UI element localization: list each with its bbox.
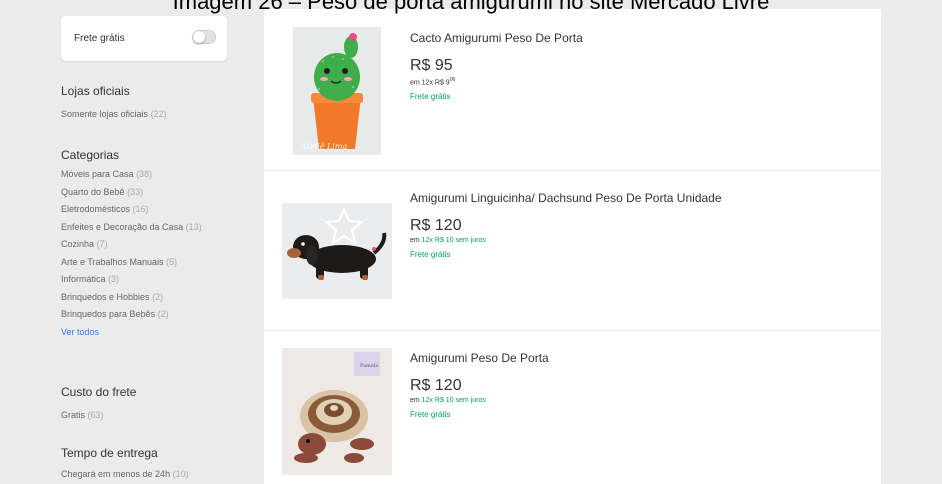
product-title[interactable]: Cacto Amigurumi Peso De Porta (410, 31, 583, 45)
filter-categories: Categorias Móveis para Casa (38) Quarto … (61, 148, 202, 341)
filter-item-24h[interactable]: Chegará em menos de 24h (10) (61, 466, 189, 484)
result-card[interactable]: Amigurumi Linguicinha/ Dachsund Peso De … (264, 171, 881, 330)
filter-item-count: (3) (108, 274, 120, 284)
filter-item-brinquedos-bebes[interactable]: Brinquedos para Bebês (2) (61, 306, 202, 324)
filter-shipping-cost: Custo do frete Gratis (63) (61, 385, 136, 425)
filter-item-informatica[interactable]: Informática (3) (61, 271, 202, 289)
filter-item-count: (22) (150, 109, 167, 119)
filter-title: Tempo de entrega (61, 446, 158, 460)
filter-item-count: (5) (166, 256, 178, 267)
product-image[interactable] (282, 203, 392, 299)
filter-item-label: Eletrodomésticos (61, 204, 131, 214)
product-info: Cacto Amigurumi Peso De Porta R$ 95 em 1… (410, 31, 583, 101)
filter-item-count: (10) (172, 469, 189, 479)
installment-prefix: em 12x R$ 9 (410, 79, 450, 87)
filter-title: Categorias (61, 148, 120, 162)
filter-item-label: Enfeites e Decoração da Casa (61, 221, 184, 232)
filter-title: Custo do frete (61, 385, 137, 399)
product-title[interactable]: Amigurumi Peso De Porta (410, 351, 549, 365)
filter-item-count: (2) (157, 309, 169, 319)
installment-text: em 12x R$ 10 sem juros (410, 237, 722, 244)
free-shipping-badge: Frete grátis (410, 410, 451, 419)
product-image[interactable]: Ateliê Lima (293, 27, 381, 155)
filter-item-count: (7) (96, 239, 108, 249)
product-price: R$ 120 (410, 217, 462, 234)
filter-item-quarto-bebe[interactable]: Quarto do Bebê (33) (61, 184, 202, 202)
filter-item-cozinha[interactable]: Cozinha (7) (61, 236, 202, 254)
installment-terms: 12x R$ 10 sem juros (421, 237, 486, 244)
installment-cents: 06 (449, 77, 456, 83)
filter-item-label: Gratis (61, 410, 86, 420)
filter-item-moveis[interactable]: Móveis para Casa (38) (61, 166, 202, 184)
free-shipping-filter[interactable]: Frete grátis (61, 16, 227, 61)
filter-item-label: Brinquedos para Bebês (61, 309, 156, 319)
dachshund-amigurumi-image (282, 203, 392, 299)
filter-item-label: Informática (61, 274, 106, 284)
filter-item-label: Móveis para Casa (61, 169, 134, 179)
filter-item-count: (13) (185, 221, 202, 232)
filter-item-official-stores[interactable]: Somente lojas oficiais (22) (61, 106, 167, 124)
product-info: Amigurumi Linguicinha/ Dachsund Peso De … (410, 191, 722, 259)
product-price: R$ 120 (410, 377, 462, 394)
filter-item-count: (2) (152, 291, 164, 302)
free-shipping-badge: Frete grátis (410, 92, 451, 102)
filter-item-gratis[interactable]: Gratis (63) (61, 407, 136, 425)
product-info: Amigurumi Peso De Porta R$ 120 em 12x R$… (410, 351, 549, 419)
filter-item-label: Somente lojas oficiais (61, 109, 149, 119)
watermark-text: Ateliê Lima (300, 142, 347, 151)
filter-item-arte[interactable]: Arte e Trabalhos Manuais (5) (61, 254, 202, 272)
filter-item-brinquedos-hobbies[interactable]: Brinquedos e Hobbies (2) (61, 289, 202, 307)
filter-official-stores: Lojas oficiais Somente lojas oficiais (2… (61, 84, 167, 124)
free-shipping-label: Frete grátis (74, 33, 125, 44)
installment-prefix: em (410, 397, 422, 404)
page: Frete grátis Lojas oficiais Somente loja… (0, 0, 942, 484)
result-card[interactable]: Pamela Amigurumi Peso De Porta R$ 120 em… (264, 331, 881, 484)
see-all-categories-link[interactable]: Ver todos (61, 324, 202, 341)
filter-item-count: (63) (87, 410, 104, 420)
free-shipping-toggle[interactable] (192, 30, 216, 44)
turtle-amigurumi-image: Pamela (282, 348, 392, 475)
product-price: R$ 95 (410, 57, 453, 74)
right-margin (881, 0, 942, 484)
installment-text: em 12x R$ 10 sem juros (410, 397, 549, 404)
figure-caption: Imagem 26 – Peso de porta amigurumi no s… (172, 0, 770, 14)
filter-item-label: Chegará em menos de 24h (61, 469, 171, 479)
filter-item-count: (33) (127, 186, 144, 197)
installment-terms: 12x R$ 10 sem juros (421, 397, 486, 404)
filter-item-label: Arte e Trabalhos Manuais (61, 256, 164, 267)
filter-item-count: (38) (136, 169, 153, 179)
filter-item-label: Quarto do Bebê (61, 186, 125, 197)
product-image[interactable]: Pamela (282, 348, 392, 475)
filter-item-eletrodomesticos[interactable]: Eletrodomésticos (16) (61, 201, 202, 219)
filter-item-enfeites[interactable]: Enfeites e Decoração da Casa (13) (61, 219, 202, 237)
filter-item-label: Cozinha (61, 239, 95, 249)
free-shipping-badge: Frete grátis (410, 250, 451, 259)
filter-item-count: (16) (132, 204, 149, 214)
filters-sidebar: Frete grátis Lojas oficiais Somente loja… (0, 0, 264, 484)
filter-item-label: Brinquedos e Hobbies (61, 291, 150, 302)
logo-text: Pamela (360, 363, 378, 369)
result-card[interactable]: Ateliê Lima Cacto Amigurumi Peso De Port… (264, 9, 881, 170)
installment-prefix: em (410, 237, 422, 244)
cactus-amigurumi-image: Ateliê Lima (293, 27, 381, 155)
filter-delivery-time: Tempo de entrega Chegará em menos de 24h… (61, 446, 189, 484)
filter-title: Lojas oficiais (61, 84, 130, 98)
installment-text: em 12x R$ 906 (410, 77, 583, 86)
product-title[interactable]: Amigurumi Linguicinha/ Dachsund Peso De … (410, 191, 722, 205)
toggle-knob (193, 31, 205, 43)
search-results: Ateliê Lima Cacto Amigurumi Peso De Port… (264, 0, 881, 484)
